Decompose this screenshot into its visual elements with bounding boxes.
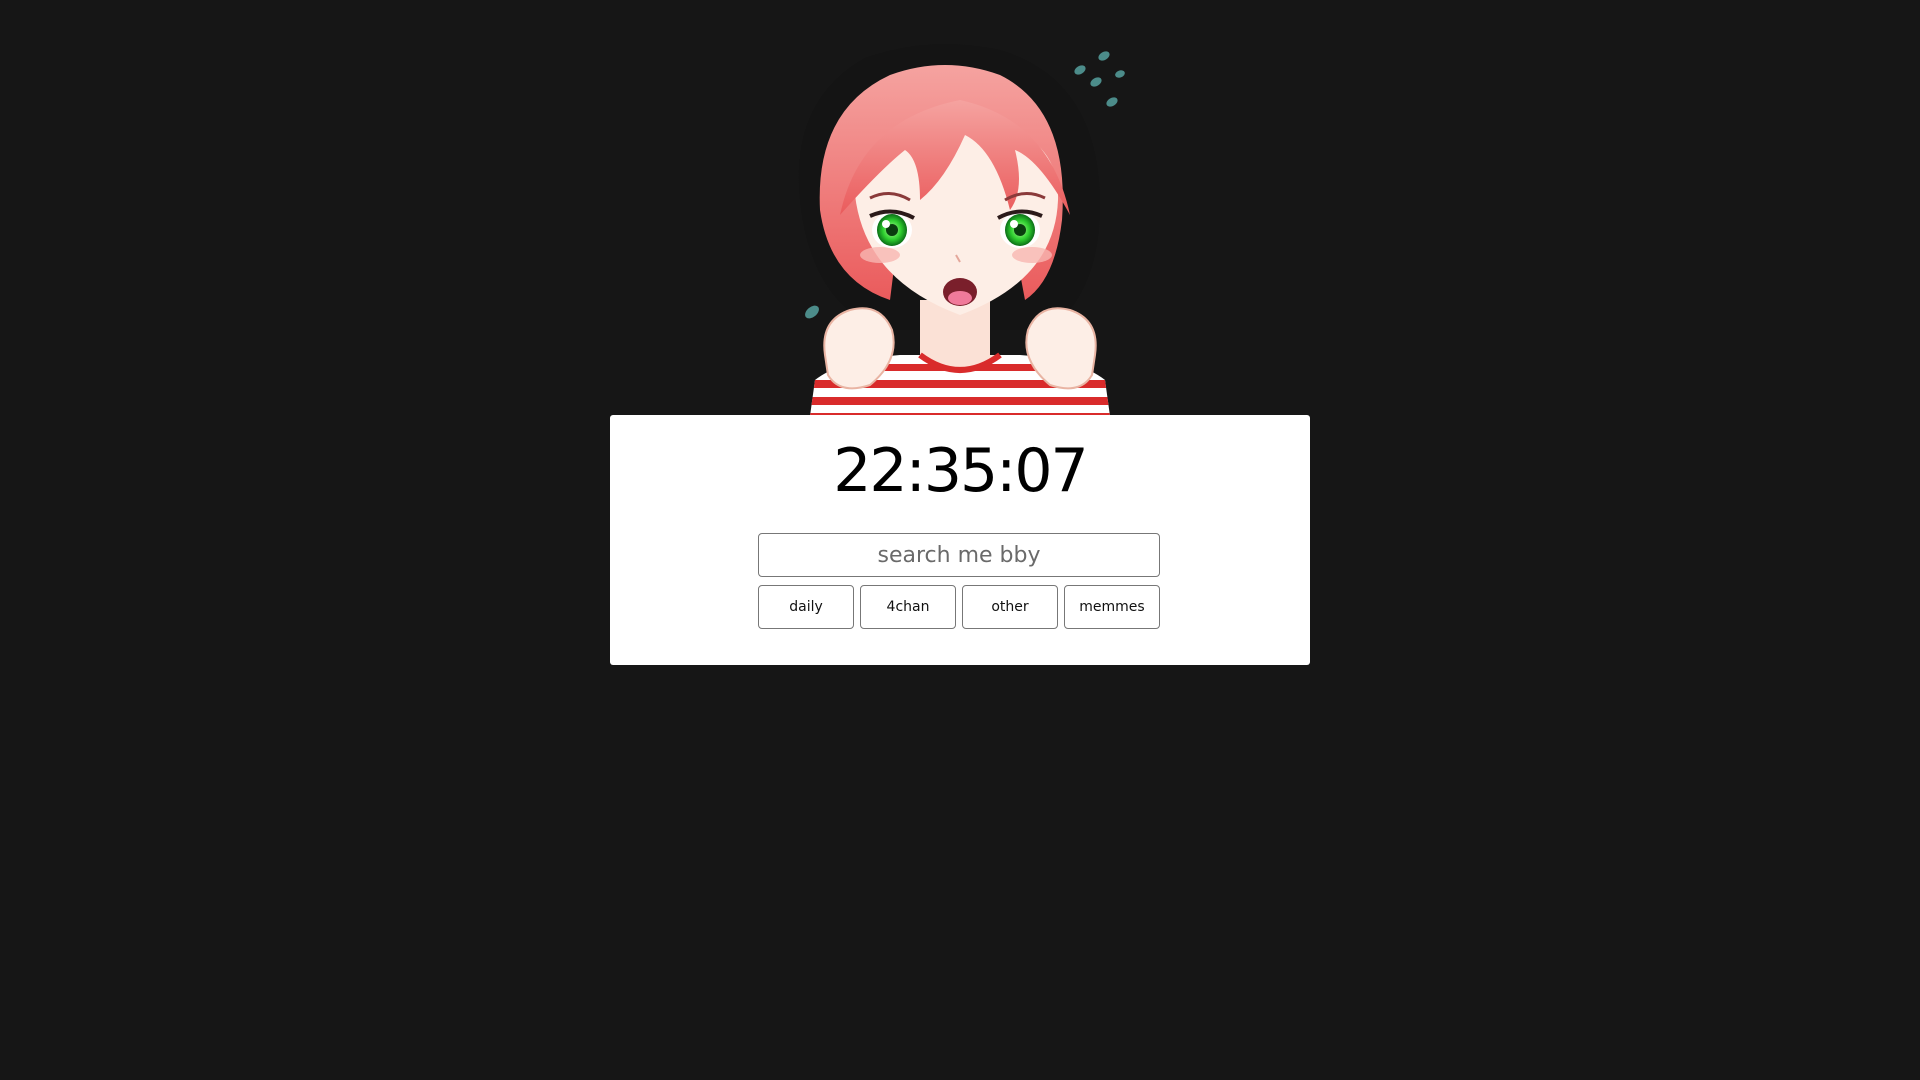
start-page: 22:35:07 daily 4chan other memmes bbox=[0, 0, 1920, 1080]
search-input[interactable] bbox=[758, 533, 1160, 577]
link-buttons: daily 4chan other memmes bbox=[758, 585, 1160, 629]
memmes-button[interactable]: memmes bbox=[1064, 585, 1160, 629]
4chan-button[interactable]: 4chan bbox=[860, 585, 956, 629]
daily-button[interactable]: daily bbox=[758, 585, 854, 629]
clock: 22:35:07 bbox=[833, 436, 1088, 506]
start-card: 22:35:07 daily 4chan other memmes bbox=[610, 415, 1310, 665]
anime-girl-illustration bbox=[770, 30, 1150, 416]
other-button[interactable]: other bbox=[962, 585, 1058, 629]
